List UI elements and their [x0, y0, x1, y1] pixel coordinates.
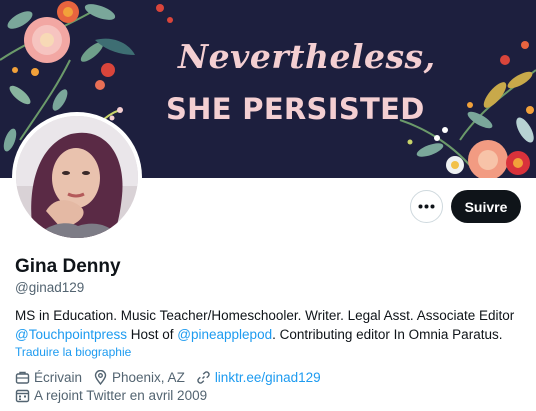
banner-headline-top: Nevertheless, [178, 37, 436, 76]
profession-item: Écrivain [15, 370, 82, 385]
joined-label: A rejoint Twitter en avril 2009 [34, 388, 208, 403]
translate-bio-link[interactable]: Traduire la biographie [15, 345, 131, 359]
profile-handle: @ginad129 [15, 280, 85, 295]
bio-text: Host of [127, 327, 178, 342]
briefcase-icon [15, 371, 30, 384]
link-icon [197, 371, 210, 384]
profession-label: Écrivain [34, 370, 83, 385]
website-item[interactable]: linktr.ee/ginad129 [196, 370, 321, 385]
joined-item: A rejoint Twitter en avril 2009 [15, 388, 207, 403]
profile-avatar[interactable] [12, 112, 142, 242]
profile-name: Gina Denny [15, 256, 121, 277]
profile-meta-row: Écrivain Phoenix, AZ linktr.ee/ginad129 [15, 370, 332, 385]
bio-mention-touchpointpress[interactable]: @Touchpointpress [15, 327, 127, 342]
profile-bio: MS in Education. Music Teacher/Homeschoo… [15, 306, 530, 344]
bio-mention-pineapplepod[interactable]: @pineapplepod [177, 327, 272, 342]
more-horizontal-icon [418, 204, 435, 209]
profile-joined-row: A rejoint Twitter en avril 2009 [15, 388, 218, 403]
calendar-icon [15, 389, 30, 403]
bio-text: MS in Education. Music Teacher/Homeschoo… [15, 308, 515, 323]
location-label: Phoenix, AZ [112, 370, 185, 385]
more-options-button[interactable] [410, 190, 443, 223]
location-item: Phoenix, AZ [93, 370, 185, 385]
bio-text: . Contributing editor In Omnia Paratus. [272, 327, 503, 342]
avatar-photo [16, 116, 138, 238]
website-link[interactable]: linktr.ee/ginad129 [215, 370, 321, 385]
location-pin-icon [94, 370, 107, 385]
banner-headline-bottom: SHE PERSISTED [166, 92, 425, 126]
follow-button[interactable]: Suivre [451, 190, 521, 223]
